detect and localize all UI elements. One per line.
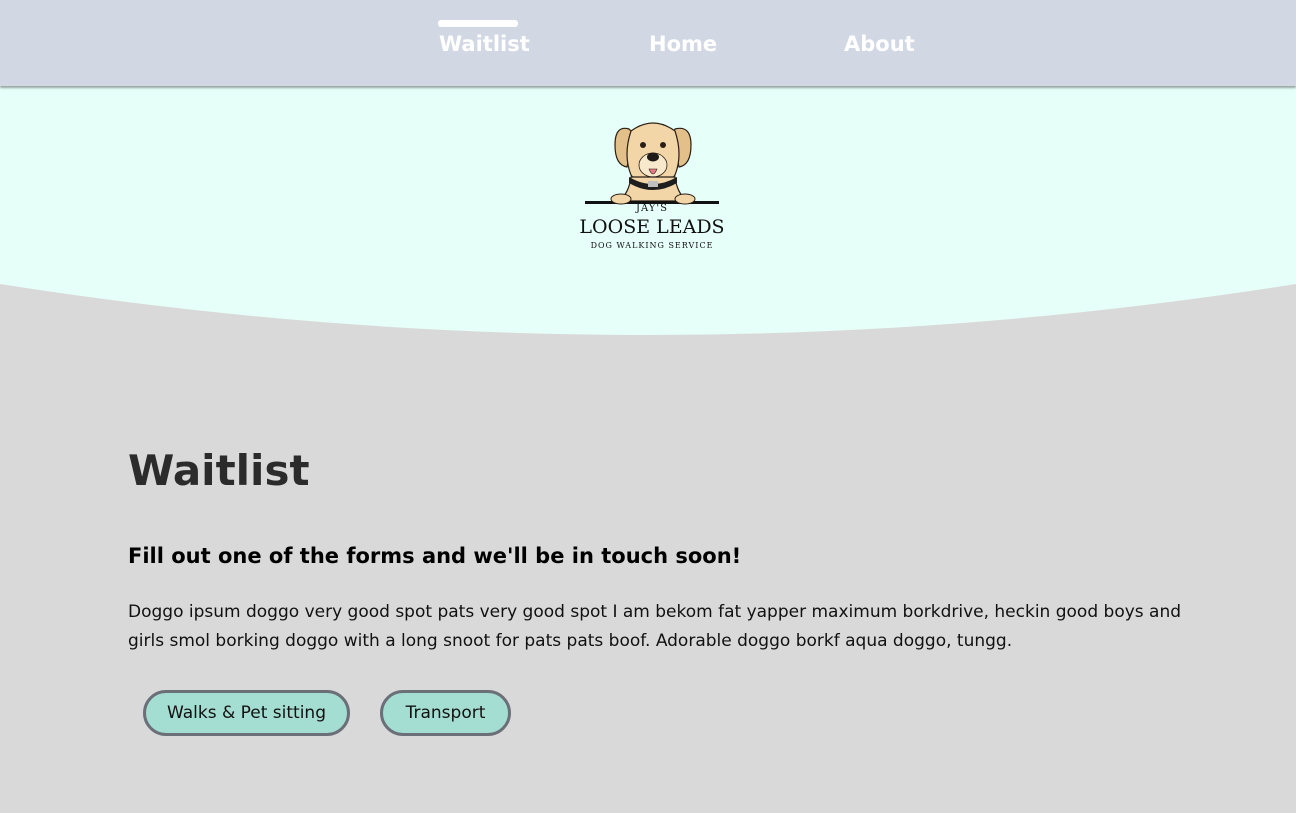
nav-item-waitlist[interactable]: Waitlist <box>439 30 530 58</box>
walks-pet-sitting-button[interactable]: Walks & Pet sitting <box>143 690 350 736</box>
transport-button[interactable]: Transport <box>380 690 511 736</box>
loose-leads-logo[interactable]: JAY'S LOOSE LEADS DOG WALKING SERVICE <box>571 115 733 255</box>
intro-paragraph: Doggo ipsum doggo very good spot pats ve… <box>128 602 1182 651</box>
logo-line-tagline: DOG WALKING SERVICE <box>590 241 714 250</box>
nav-item-about[interactable]: About <box>844 30 915 58</box>
page-subheading: Fill out one of the forms and we'll be i… <box>128 544 742 568</box>
top-navigation-bar: Waitlist Home About <box>0 0 1296 86</box>
active-tab-indicator <box>438 20 518 27</box>
dog-logo-icon <box>585 122 719 205</box>
nav-item-home[interactable]: Home <box>649 30 717 58</box>
logo-line-jays: JAY'S <box>635 203 669 214</box>
logo-line-loose-leads: LOOSE LEADS <box>579 216 725 238</box>
page-title: Waitlist <box>128 446 310 495</box>
